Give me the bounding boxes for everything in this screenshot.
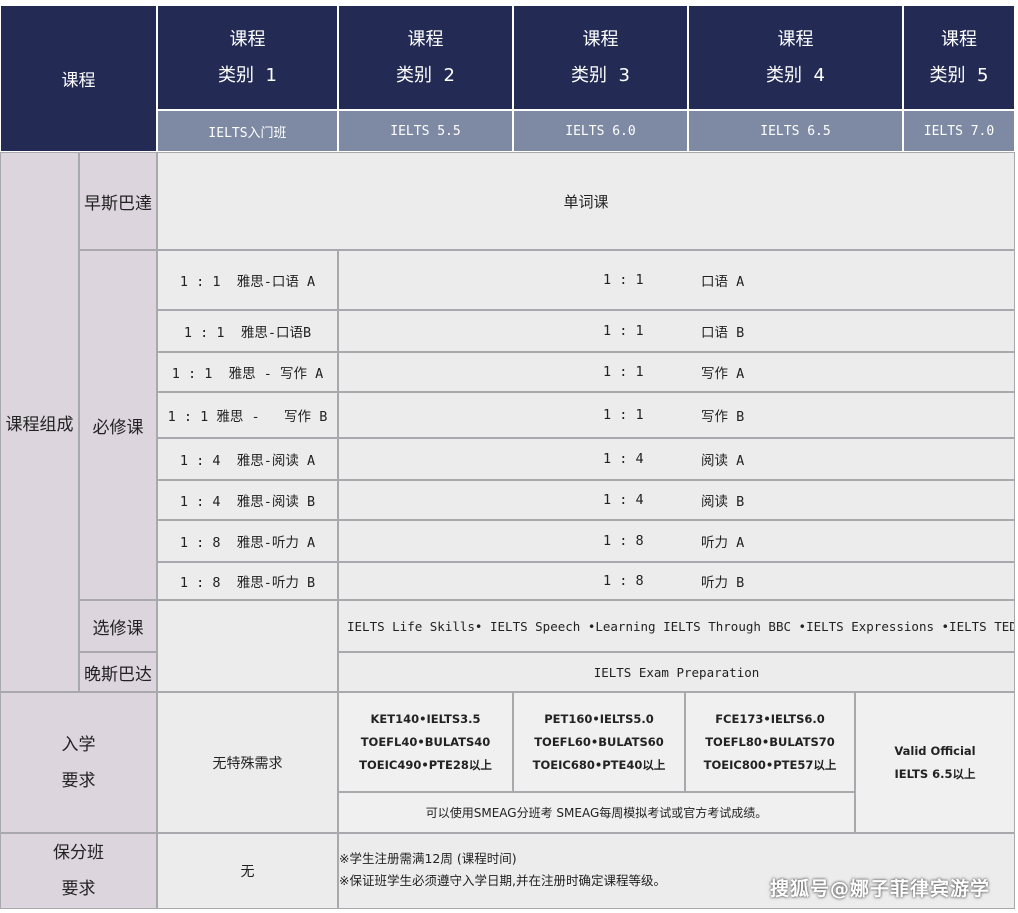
level-category-1: IELTS入门班 bbox=[157, 110, 338, 152]
admission-cat4: FCE173•IELTS6.0 TOEFL80•BULATS70 TOEIC80… bbox=[685, 692, 855, 792]
required-row-4-subject: 写作 B bbox=[701, 409, 745, 425]
elective-label: 选修课 bbox=[79, 600, 157, 652]
morning-label: 早斯巴達 bbox=[79, 152, 157, 250]
required-row-3-ratio: 1 : 1 bbox=[603, 364, 644, 380]
admission-cat5: Valid Official IELTS 6.5以上 bbox=[855, 692, 1015, 833]
admission-label: 入学 要求 bbox=[0, 692, 157, 833]
header-category-3: 课程 类别 3 bbox=[513, 5, 688, 110]
required-row-5-left: 1 : 4 雅思-阅读 A bbox=[157, 438, 338, 480]
required-row-2-subject: 口语 B bbox=[701, 325, 745, 341]
required-label: 必修课 bbox=[79, 250, 157, 600]
required-row-6-left: 1 : 4 雅思-阅读 B bbox=[157, 480, 338, 520]
header-category-2-line1: 课程 bbox=[407, 28, 444, 50]
required-row-7-ratio: 1 : 8 bbox=[603, 533, 644, 549]
required-row-1-right: 1 : 1 口语 A bbox=[338, 250, 1015, 310]
evening-label: 晚斯巴达 bbox=[79, 652, 157, 692]
required-row-3-left: 1 : 1 雅思 - 写作 A bbox=[157, 352, 338, 392]
admission-cat2: KET140•IELTS3.5 TOEFL40•BULATS40 TOEIC49… bbox=[338, 692, 513, 792]
required-row-2-left: 1 : 1 雅思-口语B bbox=[157, 310, 338, 352]
required-row-2-ratio: 1 : 1 bbox=[603, 323, 644, 339]
guarantee-label-line2: 要求 bbox=[61, 879, 96, 899]
required-row-1-subject: 口语 A bbox=[701, 274, 745, 290]
required-row-3-subject: 写作 A bbox=[701, 366, 745, 382]
guarantee-note-2: ※保证班学生必须遵守入学日期,并在注册时确定课程等级。 bbox=[339, 873, 666, 888]
level-category-2: IELTS 5.5 bbox=[338, 110, 513, 152]
header-corner: 课程 bbox=[0, 5, 157, 152]
elective-content: IELTS Life Skills• IELTS Speech •Learnin… bbox=[338, 600, 1015, 652]
required-row-8-subject: 听力 B bbox=[701, 575, 745, 591]
required-row-8-right: 1 : 8 听力 B bbox=[338, 562, 1015, 600]
level-category-4: IELTS 6.5 bbox=[688, 110, 903, 152]
header-category-1: 课程 类别 1 bbox=[157, 5, 338, 110]
required-row-7-subject: 听力 A bbox=[701, 535, 745, 551]
admission-cat2-line2: TOEFL40•BULATS40 bbox=[360, 734, 491, 749]
required-row-4-right: 1 : 1 写作 B bbox=[338, 392, 1015, 438]
admission-cat2-line3: TOEIC490•PTE28以上 bbox=[359, 757, 492, 772]
header-category-1-line1: 课程 bbox=[229, 28, 266, 50]
admission-cat2-line1: KET140•IELTS3.5 bbox=[370, 711, 481, 726]
admission-cat5-line2: IELTS 6.5以上 bbox=[894, 766, 976, 781]
required-row-5-subject: 阅读 A bbox=[701, 453, 745, 469]
guarantee-note-1: ※学生注册需满12周 (课程时间) bbox=[339, 851, 517, 866]
header-category-2-line2: 类别 2 bbox=[396, 64, 455, 86]
required-row-7-left: 1 : 8 雅思-听力 A bbox=[157, 520, 338, 562]
admission-cat4-line2: TOEFL80•BULATS70 bbox=[705, 734, 835, 749]
header-category-2: 课程 类别 2 bbox=[338, 5, 513, 110]
required-row-6-ratio: 1 : 4 bbox=[603, 492, 644, 508]
admission-cat4-line1: FCE173•IELTS6.0 bbox=[715, 711, 825, 726]
required-row-3-right: 1 : 1 写作 A bbox=[338, 352, 1015, 392]
course-table: 课程 课程 类别 1 课程 类别 2 课程 类别 3 课程 类别 4 课程 类别… bbox=[0, 0, 1018, 913]
guarantee-label: 保分班 要求 bbox=[0, 833, 157, 909]
admission-label-line2: 要求 bbox=[61, 770, 96, 791]
required-row-6-right: 1 : 4 阅读 B bbox=[338, 480, 1015, 520]
evening-content: IELTS Exam Preparation bbox=[338, 652, 1015, 692]
admission-cat5-line1: Valid Official bbox=[894, 743, 976, 758]
composition-label: 课程组成 bbox=[0, 152, 79, 692]
header-category-4: 课程 类别 4 bbox=[688, 5, 903, 110]
header-category-4-line2: 类别 4 bbox=[766, 64, 825, 86]
admission-cat3: PET160•IELTS5.0 TOEFL60•BULATS60 TOEIC68… bbox=[513, 692, 685, 792]
required-row-1-left: 1 : 1 雅思-口语 A bbox=[157, 250, 338, 310]
header-category-5-line1: 课程 bbox=[941, 28, 977, 50]
required-row-5-ratio: 1 : 4 bbox=[603, 451, 644, 467]
required-row-6-subject: 阅读 B bbox=[701, 494, 745, 510]
header-category-3-line2: 类别 3 bbox=[571, 64, 630, 86]
elective-evening-cat1-empty bbox=[157, 600, 338, 692]
header-category-3-line1: 课程 bbox=[582, 28, 619, 50]
required-row-1-ratio: 1 : 1 bbox=[603, 272, 644, 288]
elective-content-text: IELTS Life Skills• IELTS Speech •Learnin… bbox=[347, 618, 1015, 634]
required-row-4-ratio: 1 : 1 bbox=[603, 407, 644, 423]
admission-cat3-line2: TOEFL60•BULATS60 bbox=[534, 734, 664, 749]
required-row-4-left: 1 : 1 雅思 - 写作 B bbox=[157, 392, 338, 438]
header-category-1-line2: 类别 1 bbox=[218, 64, 277, 86]
admission-cat3-line1: PET160•IELTS5.0 bbox=[544, 711, 654, 726]
required-row-8-left: 1 : 8 雅思-听力 B bbox=[157, 562, 338, 600]
required-row-2-right: 1 : 1 口语 B bbox=[338, 310, 1015, 352]
level-category-3: IELTS 6.0 bbox=[513, 110, 688, 152]
required-row-5-right: 1 : 4 阅读 A bbox=[338, 438, 1015, 480]
header-category-4-line1: 课程 bbox=[777, 28, 814, 50]
guarantee-cat1: 无 bbox=[157, 833, 338, 909]
required-row-8-ratio: 1 : 8 bbox=[603, 573, 644, 589]
admission-cat1: 无特殊需求 bbox=[157, 692, 338, 833]
admission-label-line1: 入学 bbox=[61, 734, 96, 755]
admission-cat4-line3: TOEIC800•PTE57以上 bbox=[703, 757, 837, 772]
required-row-7-right: 1 : 8 听力 A bbox=[338, 520, 1015, 562]
guarantee-label-line1: 保分班 bbox=[53, 843, 104, 863]
header-category-5-line2: 类别 5 bbox=[929, 64, 989, 86]
header-category-5: 课程 类别 5 bbox=[903, 5, 1015, 110]
admission-cat3-line3: TOEIC680•PTE40以上 bbox=[532, 757, 666, 772]
level-category-5: IELTS 7.0 bbox=[903, 110, 1015, 152]
morning-content: 单词课 bbox=[157, 152, 1015, 250]
admission-footnote: 可以使用SMEAG分班考 SMEAG每周模拟考试或官方考试成绩。 bbox=[338, 792, 855, 833]
watermark-text: 搜狐号@娜子菲律宾游学 bbox=[770, 878, 991, 900]
